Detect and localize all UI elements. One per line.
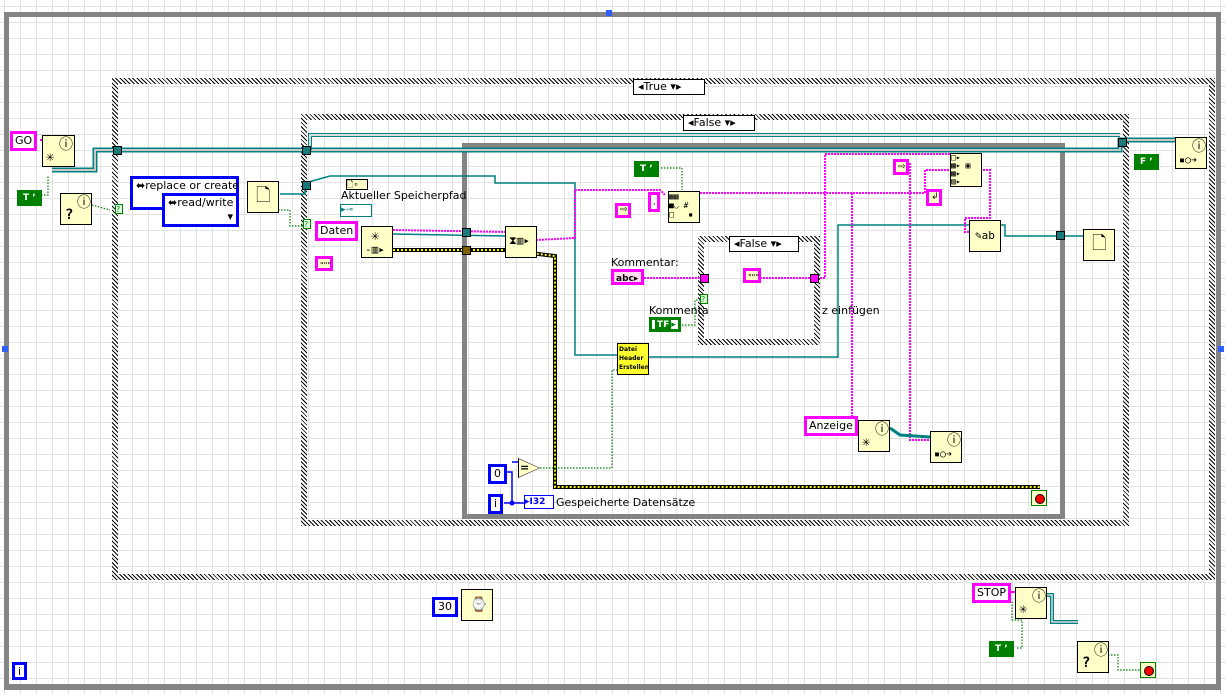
tunnel xyxy=(1056,231,1065,240)
question-icon: ? xyxy=(65,207,74,223)
stop-string-constant[interactable]: STOP xyxy=(972,583,1011,603)
queue-create-icon: ✳ xyxy=(371,228,380,244)
notifier-create-icon: ✳ xyxy=(46,149,55,165)
tunnel xyxy=(462,246,471,255)
gespeichert-label: Gespeicherte Datensätze xyxy=(556,496,696,509)
kommentar-control[interactable]: abc▸ xyxy=(611,269,644,285)
loop-condition-terminal[interactable] xyxy=(1031,490,1047,506)
send-notification-node[interactable]: ⓘ ▪○➔ xyxy=(930,431,962,463)
close-file-icon: 🗋 xyxy=(1092,233,1107,254)
iteration-terminal: i xyxy=(12,662,28,680)
loop-condition-terminal[interactable] xyxy=(1140,662,1156,678)
kommentar-bool-label-end: z einfügen xyxy=(822,304,880,317)
true-constant[interactable]: T ʼ xyxy=(989,641,1014,657)
send-notification-icon: ▪○➔ xyxy=(1179,155,1198,166)
wait-ms-icon: ⌚ xyxy=(470,597,488,613)
array-to-spreadsheet-node[interactable]: ▦▦ ■◡ # □ ▪ xyxy=(668,191,700,223)
warning-icon: ⓘ xyxy=(77,195,91,211)
send-notification-node[interactable]: ⓘ ▪○➔ xyxy=(1175,137,1207,169)
iteration-terminal: i xyxy=(488,494,504,514)
warning-icon: ⓘ xyxy=(1032,589,1046,605)
warning-icon: ⓘ xyxy=(875,422,889,438)
tunnel xyxy=(302,181,311,190)
gespeichert-indicator[interactable]: ▸I32 xyxy=(524,495,554,509)
equal-symbol: = xyxy=(520,461,530,474)
wait-ms-node[interactable]: ⌚ xyxy=(461,589,493,621)
empty-string-constant[interactable]: """ xyxy=(743,268,761,283)
notifier-create-icon: ✳ xyxy=(862,434,871,450)
warning-icon: ⓘ xyxy=(1094,643,1108,659)
warning-icon: ⓘ xyxy=(947,433,961,449)
notifier-status-node[interactable]: ? ⓘ xyxy=(60,193,92,225)
question-icon: ? xyxy=(1082,655,1091,671)
case-selector-terminal: ? xyxy=(700,294,708,304)
obtain-notifier-node[interactable]: ✳ ⓘ xyxy=(1015,587,1047,619)
kommentar-bool-control[interactable]: TF ▸ xyxy=(649,317,681,332)
notifier-status-node[interactable]: ? ⓘ xyxy=(1077,641,1109,673)
tunnel xyxy=(302,146,311,155)
queue-icon: -▥▸ xyxy=(365,243,385,256)
tunnel xyxy=(1118,138,1127,147)
open-file-node[interactable]: 🗋 xyxy=(247,181,279,213)
close-file-node[interactable]: 🗋 xyxy=(1083,229,1115,261)
empty-string-constant[interactable]: """ xyxy=(315,256,333,271)
tunnel xyxy=(462,228,471,237)
daten-string-constant[interactable]: Daten xyxy=(315,221,359,241)
anzeige-string-constant[interactable]: Anzeige xyxy=(804,416,858,436)
kommentar-bool-label: Kommenta xyxy=(649,304,709,317)
datei-header-erstellen-subvi[interactable]: Datei Header Erstellen xyxy=(617,343,649,375)
stop-terminal-icon xyxy=(1035,494,1045,504)
zero-constant[interactable]: 0 xyxy=(488,464,507,484)
speicherpfad-indicator[interactable]: ▸⊸ xyxy=(340,204,372,217)
obtain-notifier-node[interactable]: ✳ ⓘ xyxy=(858,420,890,452)
wait-ms-constant[interactable]: 30 xyxy=(432,597,458,617)
obtain-queue-node[interactable]: ✳ -▥▸ xyxy=(361,226,393,258)
write-file-icon: ✎ab xyxy=(975,229,995,242)
case-tunnel xyxy=(700,274,709,283)
speicherpfad-label: Aktueller Speicherpfad xyxy=(341,189,467,202)
false-constant[interactable]: F ʼ xyxy=(1134,154,1159,170)
warning-icon: ⓘ xyxy=(59,137,73,153)
true-constant[interactable]: T ʼ xyxy=(17,190,42,206)
write-text-file-node[interactable]: ✎ab xyxy=(969,220,1001,252)
access-enum[interactable]: ⬌read/write ▾ xyxy=(162,193,239,227)
eol-constant[interactable]: ↲ xyxy=(926,189,942,206)
kommentar-label: Kommentar: xyxy=(611,256,679,269)
send-notification-icon: ▪○➔ xyxy=(934,449,953,460)
chevron-down-icon: ▾ xyxy=(227,210,233,223)
warning-icon: ⓘ xyxy=(1192,139,1206,155)
separator-string-constant[interactable]: , xyxy=(648,192,660,212)
concatenate-strings-node[interactable]: □▸ ▩▸ ▣ ▩▸ ▨▸ xyxy=(950,153,982,187)
case-tunnel xyxy=(810,274,819,283)
tunnel xyxy=(113,146,122,155)
enum-arrows-icon: ⬌ xyxy=(168,196,178,209)
cr-constant[interactable]: ⇨ xyxy=(615,203,631,218)
notifier-create-icon: ✳ xyxy=(1019,601,1028,617)
true-constant[interactable]: T ʼ xyxy=(634,161,659,177)
case-selector-terminal: ? xyxy=(303,219,311,229)
go-string-constant[interactable]: GO xyxy=(10,131,38,151)
obtain-notifier-node[interactable]: ✳ ⓘ xyxy=(42,135,75,167)
build-array-icon: □▸ ▩▸ ▣ ▩▸ ▨▸ xyxy=(951,153,971,186)
string-format-icon: ▦▦ ■◡ # □ ▪ xyxy=(669,192,694,219)
stop-terminal-icon xyxy=(1144,666,1154,676)
dequeue-icon: ⧗▥▸ xyxy=(509,234,530,247)
open-file-icon: 🗋 xyxy=(256,185,271,206)
cr-constant[interactable]: ⇨ xyxy=(893,159,909,175)
enum-arrows-icon: ⬌ xyxy=(136,179,146,192)
case-selector-terminal: ? xyxy=(115,204,123,214)
dequeue-element-node[interactable]: ⧗▥▸ xyxy=(505,226,537,258)
